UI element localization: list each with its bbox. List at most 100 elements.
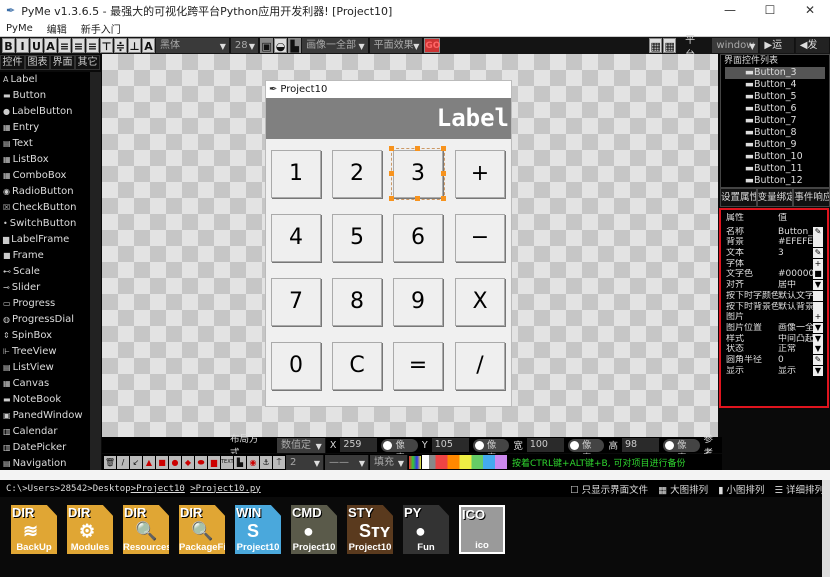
calc-button[interactable]: /: [455, 342, 505, 390]
resize-handle[interactable]: [441, 146, 446, 151]
widget-frame[interactable]: ■ Frame: [0, 248, 90, 264]
align-left-icon[interactable]: ≡: [58, 38, 71, 53]
trash-icon[interactable]: 🗑: [104, 455, 116, 469]
resize-handle[interactable]: [441, 196, 446, 201]
tab-events[interactable]: 事件响应: [793, 188, 830, 207]
control-list-item[interactable]: ▬Button_6: [725, 103, 825, 115]
path-link-file[interactable]: >Project10.py: [190, 484, 260, 494]
ellipse-icon[interactable]: ⬬: [195, 455, 207, 469]
file-item[interactable]: STY Sᴛʏ Project10: [347, 505, 393, 554]
property-edit-button[interactable]: +: [813, 312, 823, 323]
tab-bindings[interactable]: 变量绑定: [756, 188, 794, 207]
square-icon[interactable]: ■: [156, 455, 168, 469]
minimize-button[interactable]: —: [710, 0, 750, 21]
go-icon[interactable]: GO: [424, 38, 440, 53]
width-input[interactable]: 100: [526, 438, 564, 452]
control-list-item[interactable]: ▬Button_4: [725, 79, 825, 91]
font-select[interactable]: 黑体 ▼: [156, 38, 230, 53]
file-item[interactable]: DIR🔍PackageFiles: [179, 505, 225, 554]
calc-button[interactable]: 9: [393, 278, 443, 326]
small-icons-button[interactable]: ▮ 小图排列: [718, 482, 764, 496]
widget-entry[interactable]: ▦ Entry: [0, 120, 90, 136]
tab-interfaces[interactable]: 界面: [50, 55, 75, 70]
tab-controls[interactable]: 控件: [0, 55, 25, 70]
property-edit-button[interactable]: ✎: [813, 354, 823, 365]
align-bottom-icon[interactable]: ⊥: [128, 38, 141, 53]
maximize-button[interactable]: ☐: [750, 0, 790, 21]
control-list-item[interactable]: ▬Button_8: [725, 127, 825, 139]
display-label[interactable]: Label: [266, 98, 511, 139]
calc-button[interactable]: =: [393, 342, 443, 390]
property-value[interactable]: #EFEFEF: [778, 237, 814, 248]
large-icons-button[interactable]: ▦ 大图排列: [658, 482, 708, 496]
widget-progressdial[interactable]: ◍ ProgressDial: [0, 312, 90, 328]
file-item[interactable]: DIR 🔍 Resources: [123, 505, 169, 554]
line-width-select[interactable]: 2 ▼: [286, 454, 324, 470]
image-mode-select[interactable]: 画像一全部 ▼: [302, 38, 369, 53]
align-right-icon[interactable]: ≡: [86, 38, 99, 53]
control-list-item[interactable]: ▬Button_5: [725, 91, 825, 103]
property-edit-button[interactable]: ▼: [813, 280, 823, 291]
property-edit-button[interactable]: ▼: [813, 365, 823, 376]
path-link-project[interactable]: >Project10: [131, 484, 185, 494]
resize-handle[interactable]: [389, 146, 394, 151]
font-color-button[interactable]: A: [44, 38, 57, 53]
calc-button[interactable]: 5: [332, 214, 382, 262]
widget-treeview[interactable]: ⊩ TreeView: [0, 344, 90, 360]
calc-button[interactable]: 1: [271, 150, 321, 198]
calc-button[interactable]: 7: [271, 278, 321, 326]
path-segment[interactable]: >28542: [55, 484, 88, 494]
property-value[interactable]: 默认文字色: [778, 291, 814, 302]
anchor-icon[interactable]: ⚓: [260, 455, 272, 469]
property-edit-button[interactable]: [813, 237, 823, 248]
palette-icon[interactable]: [409, 455, 421, 469]
height-unit-toggle[interactable]: 像素: [663, 438, 700, 464]
file-item[interactable]: ICO ico: [459, 505, 505, 554]
underline-button[interactable]: U: [30, 38, 43, 53]
close-button[interactable]: ✕: [790, 0, 830, 21]
text-style-icon[interactable]: A: [142, 38, 155, 53]
effect-select[interactable]: 平面效果 ▼: [369, 38, 424, 53]
widget-canvas[interactable]: ▦ Canvas: [0, 376, 90, 392]
calc-button[interactable]: 3: [391, 148, 445, 200]
line-icon[interactable]: /: [117, 455, 129, 469]
menu-guide[interactable]: 新手入门: [81, 21, 121, 36]
control-list-item[interactable]: ▬Button_12: [725, 175, 825, 187]
tab-properties[interactable]: 设置属性: [720, 188, 757, 207]
property-value[interactable]: 显示: [778, 366, 814, 377]
property-edit-button[interactable]: ✎: [813, 248, 823, 259]
x-input[interactable]: 259: [340, 438, 378, 452]
calc-button[interactable]: 2: [332, 150, 382, 198]
path-segment[interactable]: >Users: [22, 484, 55, 494]
widget-combobox[interactable]: ▦ ComboBox: [0, 168, 90, 184]
widget-labelframe[interactable]: ▆ LabelFrame: [0, 232, 90, 248]
property-value[interactable]: 居中: [778, 280, 814, 291]
color-swatches[interactable]: [422, 455, 507, 469]
resize-handle[interactable]: [389, 196, 394, 201]
align-center-icon[interactable]: ≡: [72, 38, 85, 53]
widget-text[interactable]: ▤ Text: [0, 136, 90, 152]
calc-button[interactable]: 6: [393, 214, 443, 262]
control-list-item[interactable]: ▬Button_7: [725, 115, 825, 127]
property-value[interactable]: 默认背景色: [778, 302, 814, 313]
menu-edit[interactable]: 编辑: [47, 21, 67, 36]
property-value[interactable]: 正常: [778, 344, 814, 355]
italic-button[interactable]: I: [16, 38, 29, 53]
property-value[interactable]: 3: [778, 248, 814, 259]
file-item[interactable]: PY ● Fun: [403, 505, 449, 554]
widget-panedwindow[interactable]: ▣ PanedWindow: [0, 408, 90, 424]
property-edit-button[interactable]: ✎: [813, 226, 823, 237]
path-segment[interactable]: C:\: [6, 484, 22, 494]
path-segment[interactable]: >Desktop: [87, 484, 130, 494]
circle-icon[interactable]: ●: [169, 455, 181, 469]
property-value[interactable]: 中间凸起: [778, 334, 814, 345]
widget-labelbutton[interactable]: ● LabelButton: [0, 104, 90, 120]
widget-calendar[interactable]: ▥ Calendar: [0, 424, 90, 440]
layout-icon[interactable]: ▦: [649, 38, 663, 53]
calc-button[interactable]: C: [332, 342, 382, 390]
widget-listbox[interactable]: ▦ ListBox: [0, 152, 90, 168]
height-input[interactable]: 98: [621, 438, 660, 452]
property-edit-button[interactable]: ▼: [813, 333, 823, 344]
platform-select[interactable]: window ▼: [712, 38, 760, 53]
widget-spinbox[interactable]: ⇕ SpinBox: [0, 328, 90, 344]
